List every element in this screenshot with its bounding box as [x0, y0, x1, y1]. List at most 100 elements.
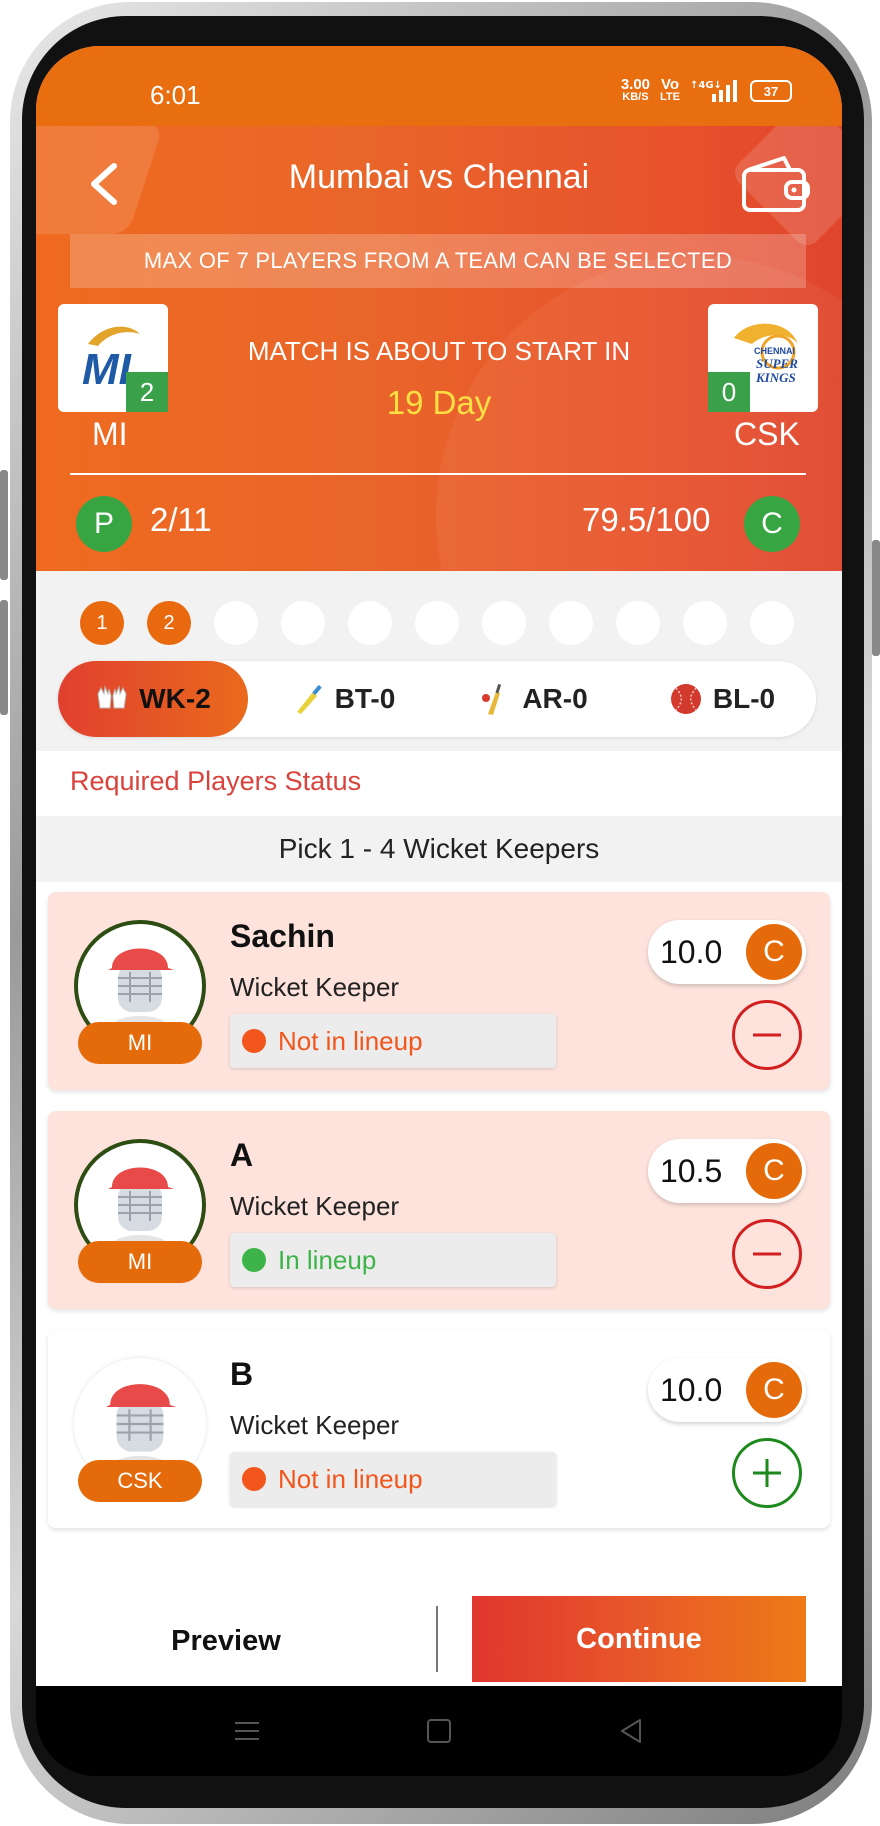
volte-bottom: LTE — [660, 91, 680, 103]
network-speed-value: 3.00 — [620, 76, 651, 93]
minus-icon — [753, 1033, 781, 1037]
tab-batsmen[interactable]: BT-0 — [248, 661, 438, 737]
remove-player-button[interactable] — [732, 1000, 802, 1070]
volume-up-button — [0, 470, 8, 580]
wallet-button[interactable] — [740, 152, 812, 216]
progress-dot — [214, 601, 258, 645]
progress-dot — [750, 601, 794, 645]
tab-wicket-keepers[interactable]: WK-2 — [58, 661, 248, 737]
bat-icon — [296, 684, 322, 714]
player-name: B — [230, 1356, 254, 1392]
player-name: A — [230, 1137, 254, 1173]
lineup-status: In lineup — [230, 1233, 556, 1287]
volume-down-button — [0, 600, 8, 715]
player-name: Sachin — [230, 918, 335, 954]
tab-label: BL-0 — [712, 683, 776, 714]
required-players-status-link[interactable]: Required Players Status — [70, 766, 361, 797]
role-tabs: WK-2 BT-0 AR-0 BL-0 — [58, 661, 816, 737]
battery-icon: 37 — [750, 80, 792, 102]
credit-value: 10.0 — [660, 1372, 723, 1408]
progress-dot — [616, 601, 660, 645]
status-dot-icon — [242, 1467, 266, 1491]
team-name-csk: CSK — [734, 416, 800, 452]
header-divider — [70, 473, 806, 475]
tab-label: WK-2 — [139, 683, 211, 714]
svg-text:↑4G↓: ↑4G↓ — [690, 80, 722, 91]
page-title: Mumbai vs Chennai — [288, 158, 590, 196]
status-time: 6:01 — [150, 80, 201, 110]
player-credit: 10.5 C — [648, 1139, 806, 1203]
credit-value: 10.0 — [660, 934, 723, 970]
player-card[interactable]: MI A Wicket Keeper In lineup 10.5 C — [48, 1111, 830, 1309]
plus-icon — [753, 1459, 781, 1487]
player-team-tag: MI — [78, 1022, 202, 1064]
credit-icon: C — [746, 924, 802, 980]
lineup-status: Not in lineup — [230, 1452, 556, 1506]
credit-icon: C — [746, 1143, 802, 1199]
wallet-icon — [742, 156, 810, 212]
player-progress-dots: 1 2 — [36, 571, 842, 661]
footer-divider — [436, 1606, 438, 1672]
system-navigation-bar — [36, 1686, 842, 1776]
credit-icon: C — [746, 1362, 802, 1418]
credits-left: 79.5/100 — [582, 501, 711, 538]
credits-icon: C — [744, 496, 800, 552]
player-role: Wicket Keeper — [230, 1410, 400, 1440]
csk-logo-text-bottom: KINGS — [755, 370, 796, 385]
player-role: Wicket Keeper — [230, 1191, 400, 1221]
volte-top: Vo — [660, 76, 680, 93]
player-card[interactable]: CSK B Wicket Keeper Not in lineup 10.0 C — [48, 1330, 830, 1528]
bat-ball-icon — [482, 683, 502, 715]
players-count: 2/11 — [150, 501, 212, 538]
progress-dot — [549, 601, 593, 645]
remove-player-button[interactable] — [732, 1219, 802, 1289]
continue-button[interactable]: Continue — [472, 1596, 806, 1682]
progress-dot — [683, 601, 727, 645]
csk-logo-text-mid: SUPER — [756, 356, 798, 371]
lineup-status-text: In lineup — [278, 1244, 377, 1275]
pick-hint: Pick 1 - 4 Wicket Keepers — [36, 816, 842, 882]
tab-all-rounders[interactable]: AR-0 — [438, 661, 628, 737]
player-credit: 10.0 C — [648, 920, 806, 984]
player-role: Wicket Keeper — [230, 972, 400, 1002]
player-card[interactable]: MI Sachin Wicket Keeper Not in lineup 10… — [48, 892, 830, 1090]
status-icons: 3.00 KB/S Vo LTE ↑4G↓ 37 — [620, 76, 792, 104]
team-count-csk: 0 — [708, 372, 750, 412]
team-logo-csk: CHENNAI SUPER KINGS 0 — [708, 304, 818, 412]
minus-icon — [753, 1252, 781, 1256]
tab-label: AR-0 — [522, 683, 588, 714]
progress-dot: 1 — [80, 601, 124, 645]
progress-dot — [281, 601, 325, 645]
lineup-status-text: Not in lineup — [278, 1463, 423, 1494]
players-icon: P — [76, 496, 132, 552]
preview-button[interactable]: Preview — [76, 1596, 376, 1686]
status-dot-icon — [242, 1029, 266, 1053]
status-dot-icon — [242, 1248, 266, 1272]
role-tabs-container: WK-2 BT-0 AR-0 BL-0 — [36, 661, 842, 751]
network-speed-unit: KB/S — [622, 91, 649, 103]
lineup-status: Not in lineup — [230, 1014, 556, 1068]
power-button — [872, 540, 880, 656]
tab-bowlers[interactable]: BL-0 — [628, 661, 816, 737]
player-credit: 10.0 C — [648, 1358, 806, 1422]
max-players-notice: MAX OF 7 PLAYERS FROM A TEAM CAN BE SELE… — [70, 234, 806, 288]
bottom-action-bar: Preview Continue — [36, 1596, 842, 1686]
network-speed: 3.00 KB/S — [620, 76, 651, 103]
lineup-status-text: Not in lineup — [278, 1025, 423, 1056]
progress-dot: 2 — [147, 601, 191, 645]
back-nav-icon[interactable] — [616, 1716, 646, 1746]
progress-dot — [348, 601, 392, 645]
tab-label: BT-0 — [334, 683, 396, 714]
player-team-tag: CSK — [78, 1460, 202, 1502]
progress-dot — [482, 601, 526, 645]
menu-icon[interactable] — [232, 1716, 262, 1746]
home-icon[interactable] — [424, 1716, 454, 1746]
ball-icon — [670, 684, 701, 714]
app-screen: 6:01 3.00 KB/S Vo LTE ↑4G↓ 37 Mumbai vs … — [36, 46, 842, 1686]
player-team-tag: MI — [78, 1241, 202, 1283]
csk-logo-text-top: CHENNAI — [754, 346, 795, 356]
volte-icon: Vo LTE — [660, 76, 680, 103]
add-player-button[interactable] — [732, 1438, 802, 1508]
gloves-icon — [97, 685, 127, 709]
progress-dot — [415, 601, 459, 645]
